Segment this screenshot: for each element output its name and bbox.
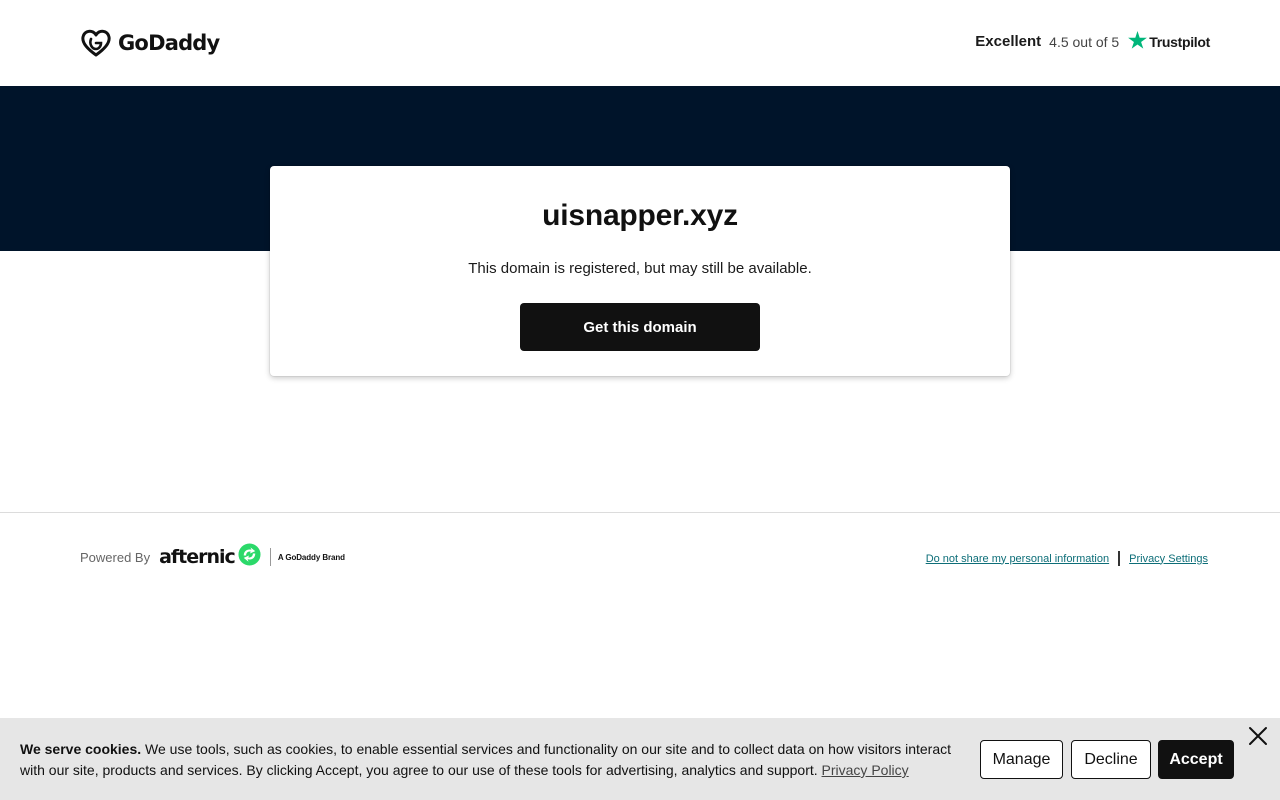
- domain-name: uisnapper.xyz: [542, 199, 738, 232]
- afternic-arrows-icon: [238, 543, 261, 571]
- cookie-heading: We serve cookies.: [20, 741, 142, 757]
- godaddy-brand-tagline: A GoDaddy Brand: [277, 552, 345, 562]
- trustpilot-star-icon: [1128, 31, 1148, 52]
- afternic-wordmark: afternic: [159, 546, 236, 568]
- accept-button[interactable]: Accept: [1158, 740, 1234, 779]
- brand-divider: [269, 548, 271, 566]
- privacy-policy-link[interactable]: Privacy Policy: [822, 762, 909, 778]
- decline-button[interactable]: Decline: [1071, 740, 1151, 779]
- page: GoDaddy Excellent 4.5 out of 5 Trustpilo…: [0, 0, 1280, 800]
- cookie-body: We use tools, such as cookies, to enable…: [20, 741, 952, 778]
- domain-status-message: This domain is registered, but may still…: [468, 260, 812, 277]
- footer-divider: [0, 512, 1280, 513]
- trustpilot-rating[interactable]: Excellent 4.5 out of 5 Trustpilot: [975, 31, 1210, 52]
- trustpilot-rating-word: Excellent: [975, 33, 1042, 50]
- godaddy-wordmark: GoDaddy: [118, 31, 220, 55]
- footer-links: Do not share my personal information Pri…: [926, 551, 1208, 566]
- godaddy-heart-icon: [80, 28, 112, 58]
- domain-card: uisnapper.xyz This domain is registered,…: [270, 166, 1010, 376]
- do-not-share-link[interactable]: Do not share my personal information: [926, 553, 1109, 565]
- afternic-logo[interactable]: afternic: [159, 543, 261, 571]
- powered-by: Powered By afternic A GoDaddy Brand: [80, 543, 345, 571]
- powered-by-label: Powered By: [80, 549, 151, 565]
- close-icon[interactable]: [1248, 726, 1268, 746]
- trustpilot-brand: Trustpilot: [1149, 33, 1210, 50]
- cookie-message: We serve cookies. We use tools, such as …: [20, 739, 960, 781]
- site-header: GoDaddy Excellent 4.5 out of 5 Trustpilo…: [0, 0, 1280, 86]
- get-domain-button[interactable]: Get this domain: [520, 303, 760, 351]
- privacy-settings-link[interactable]: Privacy Settings: [1129, 553, 1208, 565]
- manage-button[interactable]: Manage: [980, 740, 1063, 779]
- footer-link-separator: [1118, 551, 1121, 566]
- cookie-banner: We serve cookies. We use tools, such as …: [0, 718, 1280, 800]
- godaddy-logo[interactable]: GoDaddy: [80, 28, 220, 58]
- trustpilot-score: 4.5 out of 5: [1049, 33, 1120, 50]
